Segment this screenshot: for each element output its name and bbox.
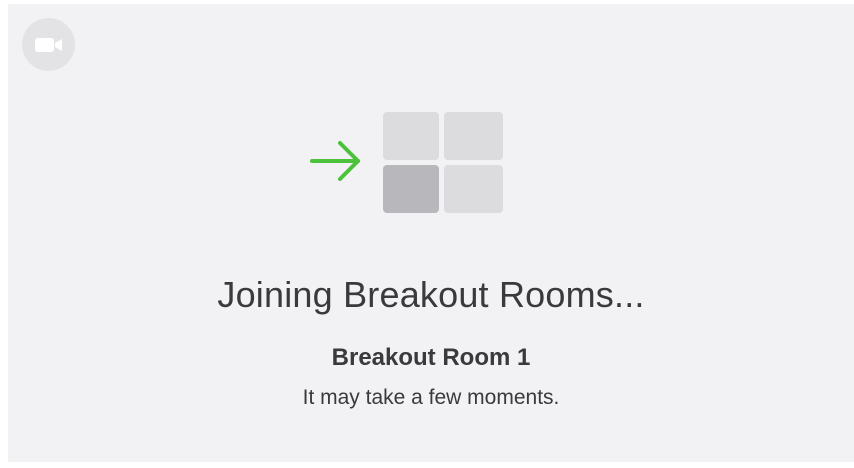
room-name: Breakout Room 1 [331,344,531,371]
room-tile-top-left [383,112,439,160]
app-badge [22,18,75,71]
breakout-rooms-grid-icon [383,112,503,213]
arrow-right-icon [310,141,360,181]
joining-illustration [310,112,503,213]
video-camera-icon [34,37,62,52]
page-title: Joining Breakout Rooms... [217,274,645,315]
breakout-join-window: Joining Breakout Rooms... Breakout Room … [8,4,854,462]
status-message: It may take a few moments. [302,386,560,409]
room-tile-bottom-right [444,165,503,213]
room-tile-top-right [444,112,503,160]
room-tile-bottom-left [383,165,439,213]
